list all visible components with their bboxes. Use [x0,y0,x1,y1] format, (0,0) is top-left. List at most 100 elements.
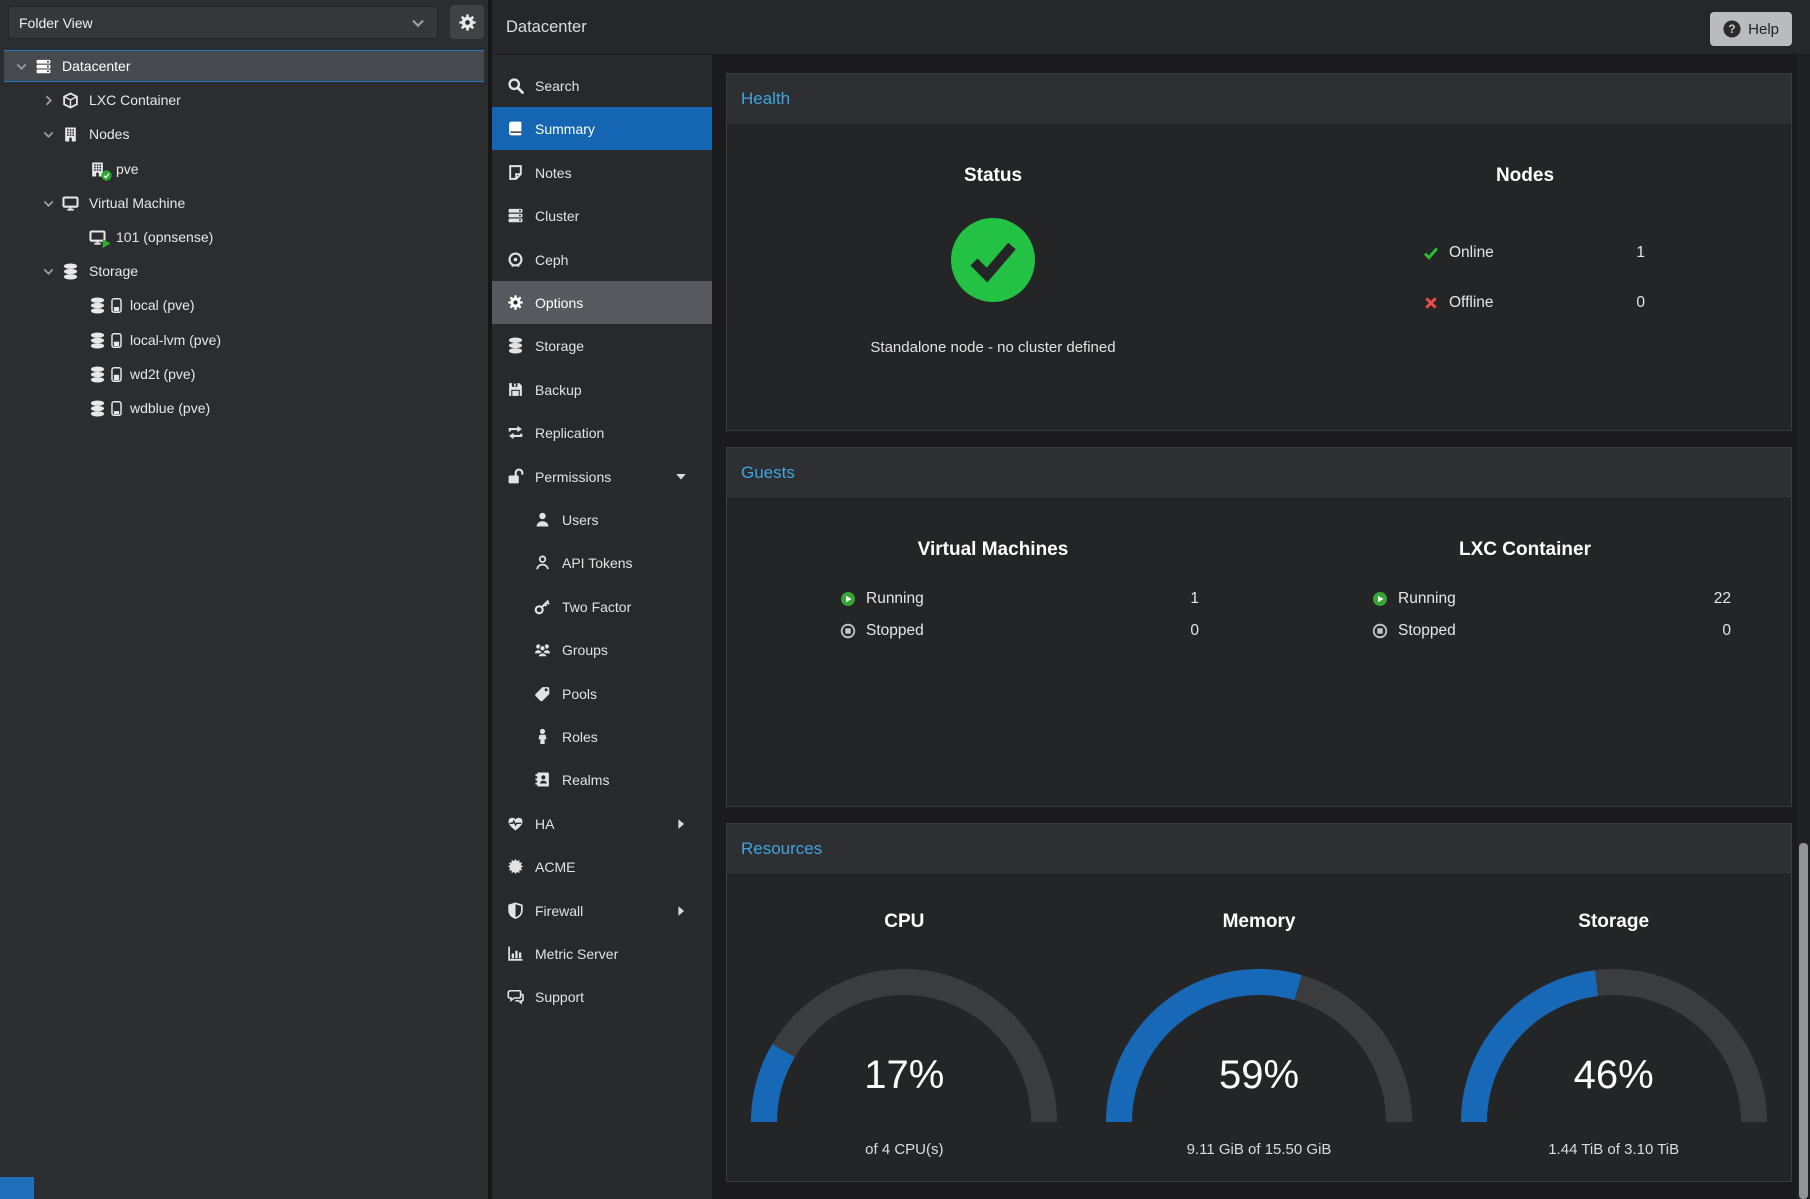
menu-item-metric-server[interactable]: Metric Server [492,932,712,975]
play-circle-icon [1372,591,1392,608]
menu-item-users[interactable]: Users [492,498,712,541]
comments-icon [503,988,527,1006]
menu-item-label: Storage [535,338,584,354]
cluster-icon [503,207,527,225]
tree-settings-button[interactable] [450,5,484,39]
tree-item-wdblue-pve[interactable]: wdblue (pve) [4,392,484,424]
guests-column-heading: Virtual Machines [727,539,1259,561]
monitor-icon [59,194,81,212]
page-title: Datacenter [506,18,587,37]
menu-item-realms[interactable]: Realms [492,758,712,801]
stop-circle-icon [1372,623,1392,640]
note-icon [503,164,527,182]
storage-usage-icon [111,333,122,348]
address-book-icon [530,771,554,789]
tree-item-storage[interactable]: Storage [4,255,484,287]
expander-open-icon[interactable] [37,125,59,143]
tree-item-101-opnsense[interactable]: 101 (opnsense) [4,221,484,253]
guest-status-label: Stopped [866,622,924,640]
gear-icon [503,294,527,312]
expander-closed-icon[interactable] [37,91,59,109]
menu-item-label: Backup [535,382,582,398]
menu-item-replication[interactable]: Replication [492,411,712,454]
summary-content: Health Status Standalone node - no clust… [712,55,1797,1199]
check-icon [1423,245,1443,262]
tree-item-lxc-container[interactable]: LXC Container [4,84,484,116]
tree-item-label: Storage [89,263,138,279]
guests-column-lxc-container: LXC ContainerRunning22Stopped0 [1259,499,1791,806]
user-outline-icon [530,554,554,572]
menu-item-acme[interactable]: ACME [492,845,712,888]
expander-open-icon[interactable] [37,262,59,280]
guest-status-row-stopped: Stopped 0 [840,616,1199,646]
gauge-percent: 59% [1082,1053,1437,1098]
guests-panel-header: Guests [727,448,1791,499]
bottom-left-accent [0,1177,34,1199]
building-icon [86,160,108,178]
gauge-detail: 9.11 GiB of 15.50 GiB [1082,1141,1437,1158]
tree-item-local-lvm-pve[interactable]: local-lvm (pve) [4,324,484,356]
guest-status-rows: Running22Stopped0 [1372,584,1731,648]
storage-usage-icon [111,401,122,416]
menu-item-notes[interactable]: Notes [492,151,712,194]
vertical-scrollbar-thumb[interactable] [1799,843,1808,1199]
vertical-scrollbar [1797,55,1810,1199]
menu-item-pools[interactable]: Pools [492,672,712,715]
menu-item-search[interactable]: Search [492,64,712,107]
gauge-label: Storage [1436,911,1791,933]
help-button[interactable]: ? Help [1710,12,1792,46]
expander-open-icon[interactable] [10,57,32,75]
menu-item-groups[interactable]: Groups [492,628,712,671]
menu-item-ceph[interactable]: Ceph [492,238,712,281]
tree-item-pve[interactable]: pve [4,153,484,185]
menu-item-summary[interactable]: Summary [492,107,712,150]
health-panel-header: Health [727,74,1791,125]
menu-item-storage[interactable]: Storage [492,324,712,367]
tree-item-label: local-lvm (pve) [130,332,221,348]
menu-item-options[interactable]: Options [492,281,712,324]
gauge-percent: 46% [1436,1053,1791,1098]
tree-item-label: 101 (opnsense) [116,229,213,245]
tree-item-nodes[interactable]: Nodes [4,118,484,150]
menu-item-label: Permissions [535,469,611,485]
menu-item-ha[interactable]: HA [492,802,712,845]
tag-icon [530,685,554,703]
users-icon [530,641,554,659]
menu-item-backup[interactable]: Backup [492,368,712,411]
tree-item-datacenter[interactable]: Datacenter [4,50,484,82]
guest-status-label: Running [866,590,924,608]
seal-icon [503,858,527,876]
view-mode-select[interactable]: Folder View [8,6,438,39]
menu-item-roles[interactable]: Roles [492,715,712,758]
expander-open-icon[interactable] [37,194,59,212]
menu-item-label: Cluster [535,208,579,224]
guest-status-value: 0 [1190,622,1199,640]
tree-item-wd2t-pve[interactable]: wd2t (pve) [4,358,484,390]
menu-item-api-tokens[interactable]: API Tokens [492,541,712,584]
top-bar: Datacenter ? Help [492,0,1810,55]
health-nodes-column: Nodes Online1Offline0 [1259,125,1791,430]
expander-spacer [64,228,86,246]
chart-icon [503,945,527,963]
menu-item-label: Support [535,989,584,1005]
menu-item-firewall[interactable]: Firewall [492,889,712,932]
menu-item-label: Realms [562,772,609,788]
menu-item-label: Users [562,512,599,528]
floppy-icon [503,381,527,399]
person-icon [530,728,554,746]
tree-item-local-pve[interactable]: local (pve) [4,289,484,321]
node-status-value: 0 [1636,294,1645,312]
expander-spacer [64,331,86,349]
storage-usage-icon [111,367,122,382]
caret-down-icon [674,470,688,484]
menu-item-two-factor[interactable]: Two Factor [492,585,712,628]
menu-item-label: Roles [562,729,598,745]
gauge-arc [734,962,1074,1142]
menu-item-permissions[interactable]: Permissions [492,455,712,498]
menu-item-support[interactable]: Support [492,975,712,1018]
cross-icon [1423,295,1443,312]
guest-status-row-stopped: Stopped0 [1372,616,1731,646]
menu-item-cluster[interactable]: Cluster [492,194,712,237]
node-status-row-offline: Offline0 [1423,288,1645,318]
tree-item-virtual-machine[interactable]: Virtual Machine [4,187,484,219]
